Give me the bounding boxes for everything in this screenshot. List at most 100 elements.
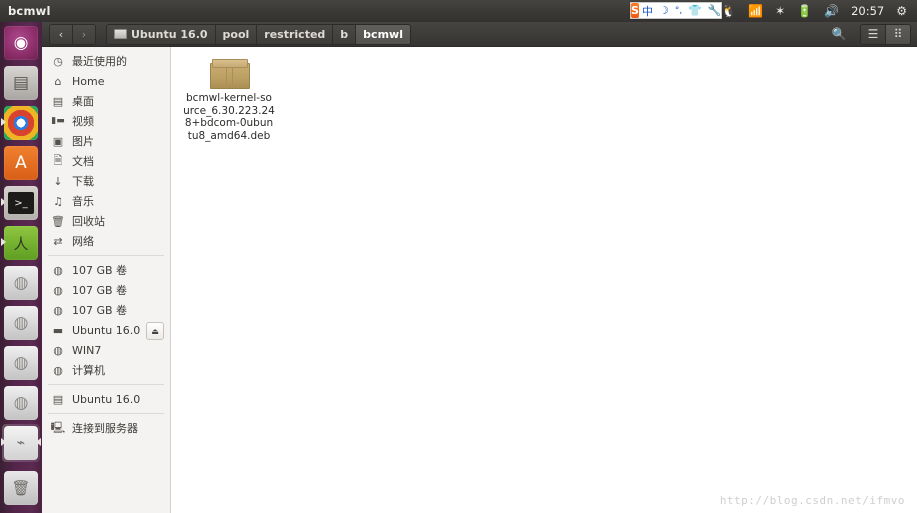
launcher-usb-drive[interactable]: ⌁	[1, 424, 41, 462]
ubuntu-logo-icon: ◉	[4, 26, 38, 60]
sidebar-item-home[interactable]: ⌂ Home	[42, 71, 170, 91]
wifi-icon[interactable]: 📶	[742, 0, 769, 22]
desktop-screen: bcmwl S 中 ☽ °, 👕 🔧 🐧 📶 ✶ 🔋 🔊 20:57 ⚙ ◉ ▤	[0, 0, 917, 513]
gear-icon[interactable]: ⚙	[890, 0, 913, 22]
sidebar-item-bookmark-ubuntu[interactable]: ▤ Ubuntu 16.0	[42, 389, 170, 409]
breadcrumb-item-bcmwl[interactable]: bcmwl	[356, 24, 410, 44]
breadcrumb-item-restricted[interactable]: restricted	[257, 24, 334, 44]
terminal-icon: >_	[4, 186, 38, 220]
sidebar-item-downloads[interactable]: ↓ 下载	[42, 171, 170, 191]
forward-button[interactable]: ›	[73, 24, 95, 44]
system-tray: 🐧 📶 ✶ 🔋 🔊 20:57 ⚙	[715, 0, 917, 22]
sidebar-item-connect-to-server[interactable]: 🖳 连接到服务器	[42, 418, 170, 438]
sidebar-item-ubuntu-usb[interactable]: ▬ Ubuntu 16.0 ⏏	[42, 320, 170, 340]
launcher-drive-2[interactable]: ◍	[2, 304, 40, 342]
sidebar-item-music[interactable]: ♫ 音乐	[42, 191, 170, 211]
document-icon: 🗎	[53, 153, 63, 167]
download-icon: ↓	[53, 174, 63, 188]
sidebar-item-network[interactable]: ⇄ 网络	[42, 231, 170, 251]
launcher-ubuntu-software[interactable]: A	[2, 144, 40, 182]
sidebar-item-pictures[interactable]: ▣ 图片	[42, 131, 170, 151]
sidebar-item-trash[interactable]: 🗑 回收站	[42, 211, 170, 231]
sidebar-item-documents[interactable]: 🗎 文档	[42, 151, 170, 171]
launcher-chrome[interactable]	[1, 104, 40, 142]
sidebar-item-label: WIN7	[72, 343, 102, 357]
computer-icon: ◍	[53, 363, 63, 377]
sidebar-item-recent[interactable]: ◷ 最近使用的	[42, 51, 170, 71]
hard-drive-icon: ◍	[4, 346, 38, 380]
ubuntu-software-icon: A	[4, 146, 38, 180]
hard-drive-icon: ◍	[4, 266, 38, 300]
deb-package-icon	[210, 57, 250, 89]
sidebar-item-computer[interactable]: ◍ 计算机	[42, 360, 170, 380]
breadcrumb-label: Ubuntu 16.0	[131, 27, 208, 41]
battery-icon[interactable]: 🔋	[791, 0, 818, 22]
sidebar-item-label: 最近使用的	[72, 55, 127, 68]
sidebar-item-win7[interactable]: ◍ WIN7	[42, 340, 170, 360]
sidebar-item-label: 107 GB 卷	[72, 264, 128, 277]
launcher-terminal[interactable]: >_	[1, 184, 40, 222]
clock[interactable]: 20:57	[845, 4, 890, 18]
sidebar-item-label: 桌面	[72, 95, 94, 108]
launcher-trash[interactable]: 🗑	[2, 469, 40, 507]
sidebar-item-label: 视频	[72, 115, 94, 128]
volume-icon[interactable]: 🔊	[818, 0, 845, 22]
launcher-drive-1[interactable]: ◍	[2, 264, 40, 302]
sidebar-item-label: 音乐	[72, 195, 94, 208]
file-item[interactable]: bcmwl-kernel-source_6.30.223.248+bdcom-0…	[181, 53, 277, 142]
sidebar-item-label: 107 GB 卷	[72, 304, 128, 317]
clock-icon: ◷	[53, 54, 63, 68]
top-panel: bcmwl S 中 ☽ °, 👕 🔧 🐧 📶 ✶ 🔋 🔊 20:57 ⚙	[0, 0, 917, 22]
launcher-drive-3[interactable]: ◍	[2, 344, 40, 382]
sidebar-item-label: 下载	[72, 175, 94, 188]
eject-button[interactable]: ⏏	[146, 322, 164, 340]
back-button[interactable]: ‹	[50, 24, 73, 44]
sidebar-item-label: 计算机	[72, 364, 105, 377]
list-view-button[interactable]: ☰	[861, 24, 886, 44]
android-studio-icon: 人	[4, 226, 38, 260]
video-icon: ▮▬	[51, 116, 65, 126]
launcher-ubuntu-dash[interactable]: ◉	[2, 24, 40, 62]
files-icon: ▤	[4, 66, 38, 100]
file-manager-window: ‹ › Ubuntu 16.0 pool restricted b bcmwl …	[42, 22, 917, 513]
file-grid: bcmwl-kernel-source_6.30.223.248+bdcom-0…	[171, 47, 917, 142]
file-manager-toolbar: ‹ › Ubuntu 16.0 pool restricted b bcmwl …	[42, 22, 917, 47]
drive-icon	[114, 29, 127, 39]
desktop-folder-icon: ▤	[52, 94, 64, 108]
folder-icon: ▤	[52, 392, 64, 406]
sidebar-item-volume-2[interactable]: ◍ 107 GB 卷	[42, 280, 170, 300]
bluetooth-icon[interactable]: ✶	[769, 0, 791, 22]
ime-moon-icon[interactable]: ☽	[656, 4, 672, 17]
launcher-drive-4[interactable]: ◍	[2, 384, 40, 422]
hdd-icon: ◍	[53, 303, 63, 317]
sidebar-divider	[48, 413, 164, 414]
home-icon: ⌂	[54, 74, 62, 88]
sidebar-item-label: Ubuntu 16.0	[72, 323, 141, 337]
camera-icon: ▣	[52, 134, 64, 148]
launcher-files[interactable]: ▤	[2, 64, 40, 102]
chrome-icon	[4, 106, 38, 140]
view-mode-switcher: ☰ ⠿	[860, 23, 911, 45]
sidebar-item-desktop[interactable]: ▤ 桌面	[42, 91, 170, 111]
file-list-area[interactable]: bcmwl-kernel-source_6.30.223.248+bdcom-0…	[171, 47, 917, 513]
search-icon[interactable]: 🔍	[826, 24, 852, 45]
sidebar-item-videos[interactable]: ▮▬ 视频	[42, 111, 170, 131]
ime-punctuation-icon[interactable]: °,	[672, 6, 685, 16]
sogou-logo-icon[interactable]: S	[631, 3, 639, 18]
breadcrumb-item-pool[interactable]: pool	[215, 24, 258, 44]
breadcrumb-item-ubuntu-16-0[interactable]: Ubuntu 16.0	[107, 24, 216, 44]
sidebar-item-volume-3[interactable]: ◍ 107 GB 卷	[42, 300, 170, 320]
sidebar-item-label: 连接到服务器	[72, 422, 138, 435]
grid-view-button[interactable]: ⠿	[886, 24, 910, 44]
ime-skin-icon[interactable]: 👕	[685, 4, 705, 17]
ime-mode-chinese-icon[interactable]: 中	[639, 3, 656, 19]
music-icon: ♫	[53, 194, 63, 208]
hdd-icon: ◍	[53, 343, 63, 357]
launcher-android-studio[interactable]: 人	[1, 224, 40, 262]
breadcrumb-item-b[interactable]: b	[333, 24, 357, 44]
linux-penguin-icon[interactable]: 🐧	[715, 0, 742, 22]
sogou-ime-toolbar[interactable]: S 中 ☽ °, 👕 🔧	[630, 2, 722, 19]
usb-drive-icon: ⌁	[4, 426, 38, 460]
unity-launcher: ◉ ▤ A >_ 人 ◍ ◍ ◍ ◍ ⌁ 🗑	[0, 22, 42, 513]
sidebar-item-volume-1[interactable]: ◍ 107 GB 卷	[42, 260, 170, 280]
